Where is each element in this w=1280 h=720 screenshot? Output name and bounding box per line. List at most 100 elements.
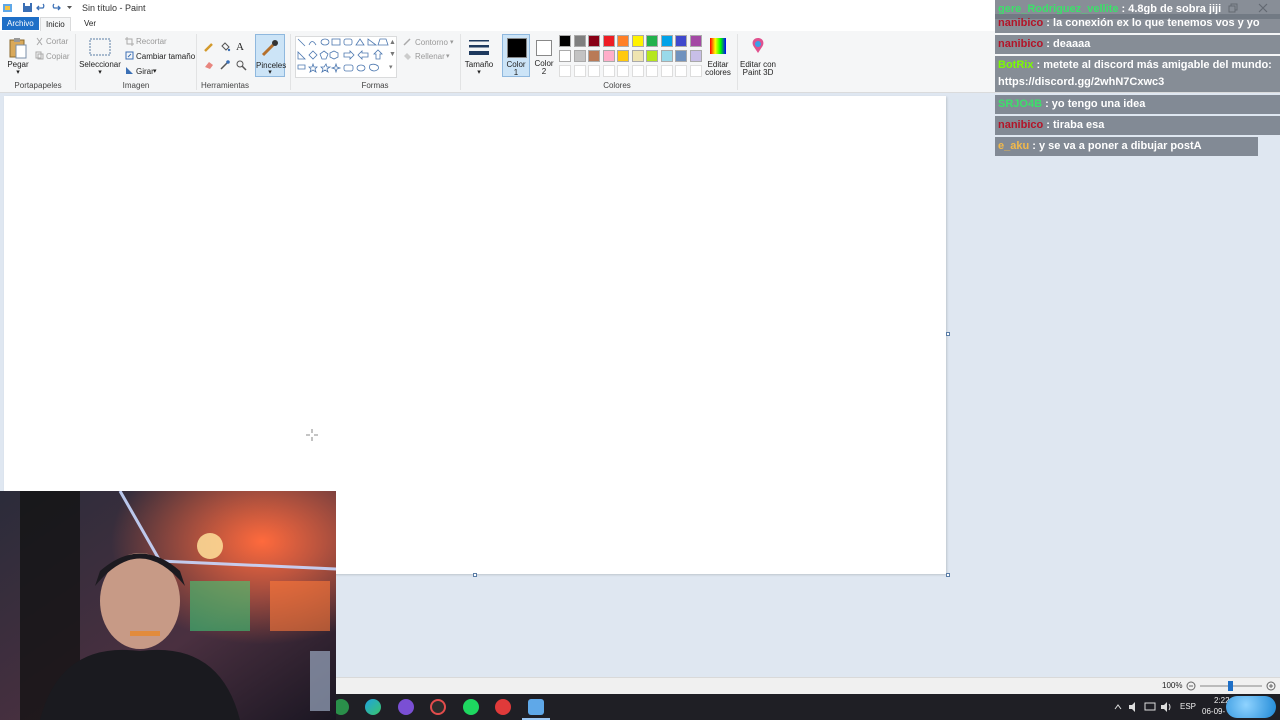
speaker-icon[interactable]	[1128, 701, 1140, 713]
size-dropdown-icon[interactable]: ▾	[474, 68, 484, 76]
resize-button[interactable]: Cambiar tamaño	[136, 52, 195, 61]
shapes-scroll-up-icon[interactable]: ▲	[389, 39, 396, 46]
magnifier-icon[interactable]	[235, 59, 247, 71]
palette-swatch[interactable]	[660, 50, 673, 62]
palette-swatch[interactable]	[689, 35, 702, 47]
palette-swatch[interactable]	[573, 50, 586, 62]
palette-swatch[interactable]	[588, 35, 600, 47]
ribbon-separator	[196, 34, 197, 90]
cut-icon	[36, 37, 43, 46]
language-indicator[interactable]: ESP	[1180, 702, 1196, 711]
taskbar-app-icon-2[interactable]	[398, 699, 414, 715]
size-icon[interactable]	[468, 38, 490, 58]
select-dropdown-icon[interactable]: ▾	[95, 68, 105, 76]
copy-button[interactable]: Copiar	[46, 52, 70, 61]
zoom-slider-thumb[interactable]	[1228, 681, 1233, 691]
shapes-more-icon[interactable]: ▾	[389, 63, 393, 71]
paste-icon[interactable]	[8, 37, 28, 59]
obs-icon[interactable]	[430, 699, 446, 715]
taskbar-app-icon-3[interactable]	[495, 699, 511, 715]
tab-file[interactable]: Archivo	[2, 17, 39, 30]
palette-swatch[interactable]	[631, 50, 644, 62]
outline-button[interactable]: Contorno	[415, 38, 448, 47]
cut-button[interactable]: Cortar	[46, 37, 68, 46]
palette-custom-swatch[interactable]	[689, 65, 702, 77]
palette-custom-swatch[interactable]	[660, 65, 673, 77]
chat-text: : la conexión ex lo que tenemos vos y yo	[1043, 17, 1260, 29]
palette-custom-swatch[interactable]	[573, 65, 586, 77]
palette-swatch[interactable]	[675, 50, 687, 62]
edit-colors-icon[interactable]	[709, 37, 727, 55]
chat-username: nanibico	[998, 38, 1044, 50]
color-picker-icon[interactable]	[219, 59, 231, 71]
save-icon[interactable]	[22, 2, 33, 13]
outline-dropdown-icon[interactable]: ▾	[450, 38, 454, 46]
canvas-resize-handle-corner[interactable]	[946, 573, 950, 577]
shapes-scroll-down-icon[interactable]: ▼	[389, 51, 396, 58]
rotate-button[interactable]: Girar	[136, 67, 154, 76]
volume-icon[interactable]	[1160, 701, 1172, 713]
fill-dropdown-icon[interactable]: ▾	[446, 52, 450, 60]
spotify-icon[interactable]	[463, 699, 479, 715]
palette-swatch[interactable]	[588, 50, 600, 62]
palette-swatch[interactable]	[631, 35, 644, 47]
palette-swatch[interactable]	[559, 35, 571, 47]
paint3d-icon[interactable]	[750, 37, 766, 55]
shapes-gallery[interactable]	[295, 36, 397, 78]
palette-swatch[interactable]	[559, 50, 571, 62]
zoom-in-icon[interactable]	[1266, 681, 1276, 691]
customize-toolbar-icon[interactable]	[64, 2, 75, 13]
network-icon[interactable]	[1144, 701, 1156, 713]
palette-custom-swatch[interactable]	[631, 65, 644, 77]
palette-swatch[interactable]	[602, 35, 615, 47]
rotate-dropdown-icon[interactable]: ▾	[153, 67, 157, 75]
canvas-resize-handle-bottom[interactable]	[473, 573, 477, 577]
canvas-resize-handle-right[interactable]	[946, 332, 950, 336]
palette-swatch[interactable]	[617, 35, 629, 47]
crop-button[interactable]: Recortar	[136, 37, 167, 46]
paint-taskbar-icon[interactable]	[528, 699, 544, 715]
palette-swatch[interactable]	[617, 50, 629, 62]
tab-view[interactable]: Ver	[79, 17, 101, 30]
palette-custom-swatch[interactable]	[646, 65, 658, 77]
palette-swatch[interactable]	[689, 50, 702, 62]
paste-dropdown-icon[interactable]: ▾	[13, 68, 23, 76]
tab-home[interactable]: Inicio	[40, 17, 71, 31]
palette-custom-swatch[interactable]	[588, 65, 600, 77]
palette-swatch[interactable]	[646, 35, 658, 47]
palette-swatch[interactable]	[573, 35, 586, 47]
redo-icon[interactable]	[50, 2, 61, 13]
clock-date[interactable]: 06-09-	[1202, 707, 1225, 716]
group-label-colors: Colores	[603, 81, 631, 90]
palette-swatch[interactable]	[660, 35, 673, 47]
edge-icon[interactable]	[365, 699, 381, 715]
window-title: Sin título - Paint	[82, 3, 146, 13]
palette-swatch[interactable]	[602, 50, 615, 62]
eraser-icon[interactable]	[203, 59, 215, 71]
fill-bucket-icon[interactable]	[219, 41, 231, 53]
palette-custom-swatch[interactable]	[559, 65, 571, 77]
color1-button[interactable]: Color 1	[502, 34, 530, 77]
palette-swatch[interactable]	[646, 50, 658, 62]
zoom-out-icon[interactable]	[1186, 681, 1196, 691]
palette-custom-swatch[interactable]	[675, 65, 687, 77]
fill-button[interactable]: Rellenar	[415, 52, 445, 61]
chat-text: : yo tengo una idea	[1042, 98, 1146, 110]
brushes-button[interactable]: Pinceles ▾	[255, 34, 286, 77]
zoom-level: 100%	[1162, 681, 1183, 690]
outline-icon	[403, 38, 411, 46]
show-hidden-icons-icon[interactable]	[1113, 702, 1123, 712]
webcam-feed-image	[0, 491, 336, 720]
pencil-icon[interactable]	[203, 41, 215, 53]
palette-swatch[interactable]	[675, 35, 687, 47]
select-icon[interactable]	[89, 38, 111, 56]
chat-text: : y se va a poner a dibujar postA	[1029, 140, 1202, 152]
text-tool-icon[interactable]: A	[236, 41, 244, 53]
color2-button[interactable]: Color 2	[531, 34, 557, 77]
undo-icon[interactable]	[36, 2, 47, 13]
color2-number: 2	[541, 67, 547, 76]
group-label-image: Imagen	[122, 81, 150, 90]
palette-custom-swatch[interactable]	[617, 65, 629, 77]
color-palette	[559, 35, 706, 79]
palette-custom-swatch[interactable]	[602, 65, 615, 77]
